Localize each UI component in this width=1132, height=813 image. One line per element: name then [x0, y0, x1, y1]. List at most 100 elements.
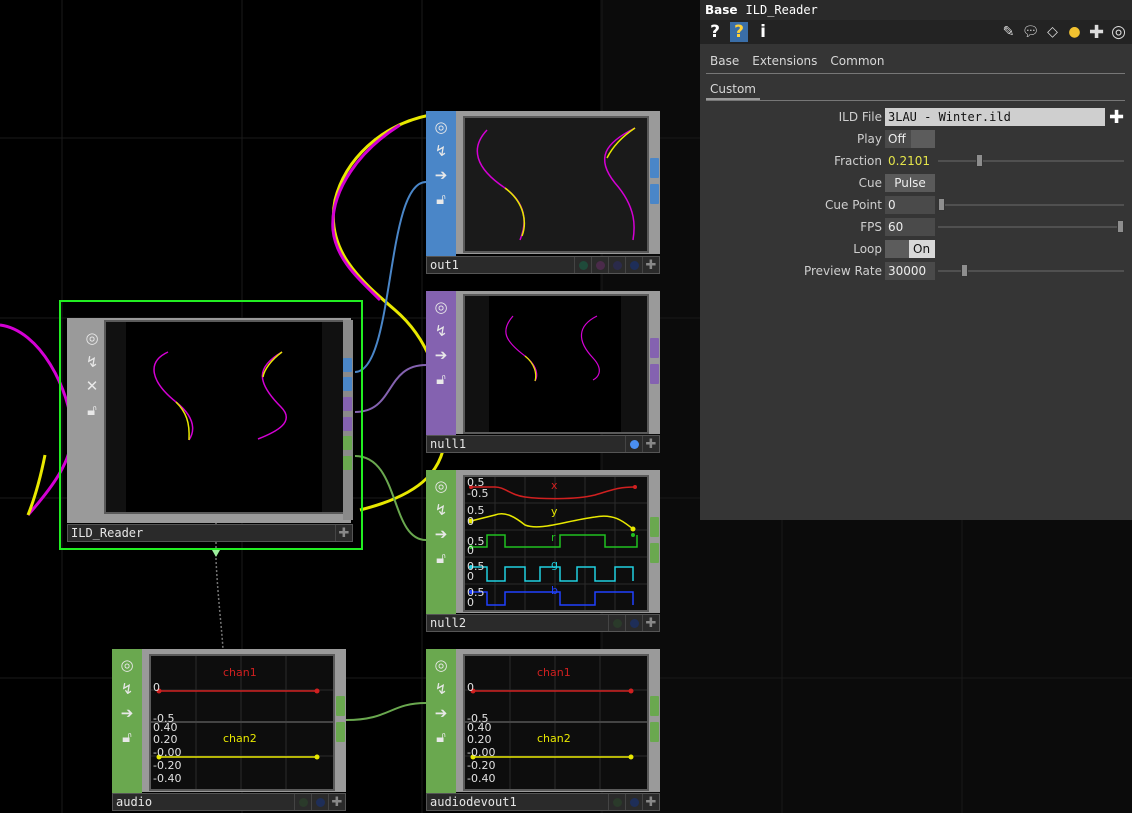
fps-slider-handle[interactable] — [1117, 220, 1124, 233]
tab-extensions[interactable]: Extensions — [748, 52, 821, 70]
param-label: Play — [856, 132, 882, 146]
lightning-icon[interactable]: ↯ — [116, 678, 138, 700]
lightning-icon[interactable]: ↯ — [81, 351, 103, 373]
arrow-right-icon[interactable]: ➔ — [116, 702, 138, 724]
audiodevout1-node[interactable]: ◎ ↯ ➔ 🔓︎ chan1 chan2 0 -0.5 0.40 0.20 -0… — [426, 649, 660, 811]
info-icon[interactable]: i — [754, 22, 772, 42]
plus-icon[interactable]: ✚ — [335, 525, 352, 541]
lock-icon[interactable]: 🔓︎ — [81, 399, 103, 421]
flag-dot[interactable] — [625, 615, 642, 631]
plus-icon[interactable]: ✚ — [642, 436, 659, 452]
cue-point-slider[interactable] — [938, 204, 1124, 206]
node-viewer[interactable]: chan1 chan2 0 -0.5 0.40 0.20 -0.00 -0.20… — [463, 654, 649, 791]
lock-icon[interactable]: 🔓︎ — [430, 726, 452, 748]
lock-icon[interactable]: 🔓︎ — [430, 547, 452, 569]
flag-dot[interactable] — [608, 615, 625, 631]
ild-file-field[interactable]: 3LAU - Winter.ild — [885, 108, 1105, 126]
plus-icon[interactable]: ✚ — [642, 257, 659, 273]
loop-toggle[interactable]: On — [885, 240, 935, 258]
lock-icon[interactable]: 🔓︎ — [430, 368, 452, 390]
node-name-null2[interactable]: null2 — [427, 616, 608, 630]
tab-common[interactable]: Common — [826, 52, 888, 70]
node-name-ild-reader[interactable]: ILD_Reader — [68, 526, 335, 540]
parameter-panel: Base ILD_Reader ? ? i ✎ 💬︎ ◇ ● ✚ ◎ Base … — [700, 0, 1132, 520]
flag-dot[interactable] — [625, 257, 642, 273]
flag-dot[interactable] — [591, 257, 608, 273]
fraction-slider[interactable] — [938, 160, 1124, 162]
param-cue: Cue Pulse — [700, 173, 1132, 193]
lock-icon[interactable]: 🔓︎ — [430, 188, 452, 210]
axis-tick: 0 — [467, 570, 474, 583]
cue-point-field[interactable]: 0 — [885, 196, 935, 214]
node-name-audio[interactable]: audio — [113, 795, 294, 809]
python-help-icon[interactable]: ? — [730, 22, 748, 42]
eraser-icon[interactable]: ◇ — [1043, 22, 1062, 42]
param-label: Cue — [858, 176, 882, 190]
cue-pulse-button[interactable]: Pulse — [885, 174, 935, 192]
node-name-audiodevout1[interactable]: audiodevout1 — [427, 795, 608, 809]
panel-toolbar: ? ? i ✎ 💬︎ ◇ ● ✚ ◎ — [700, 20, 1132, 44]
flag-dot[interactable] — [294, 794, 311, 810]
fps-field[interactable]: 60 — [885, 218, 935, 236]
lightning-icon[interactable]: ↯ — [430, 678, 452, 700]
cue-point-slider-handle[interactable] — [938, 198, 945, 211]
panel-title-bar: Base ILD_Reader — [700, 0, 1132, 20]
lightning-icon[interactable]: ↯ — [430, 499, 452, 521]
target-icon[interactable]: ◎ — [1109, 22, 1128, 42]
node-name-out1[interactable]: out1 — [427, 258, 574, 272]
plus-icon[interactable]: ✚ — [1087, 22, 1106, 43]
close-icon[interactable]: ✕ — [81, 375, 103, 397]
flag-dot[interactable] — [625, 794, 642, 810]
ild-reader-node[interactable]: ◎ ↯ ✕ 🔓︎ ILD_Reader ✚ — [59, 300, 363, 550]
target-icon[interactable]: ◎ — [81, 327, 103, 349]
fraction-field[interactable]: 0.2101 — [885, 152, 935, 170]
arrow-right-icon[interactable]: ➔ — [430, 164, 452, 186]
node-viewer[interactable]: chan1 chan2 0 -0.5 0.40 0.20 -0.00 -0.20… — [149, 654, 335, 791]
audio-node[interactable]: ◎ ↯ ➔ 🔓︎ chan1 chan2 0 -0.5 0.40 0.20 -0… — [112, 649, 346, 811]
fps-slider[interactable] — [938, 226, 1124, 228]
channel-label-y: y — [551, 505, 558, 518]
plus-icon[interactable]: ✚ — [328, 794, 345, 810]
help-icon[interactable]: ? — [706, 22, 724, 42]
arrow-right-icon[interactable]: ➔ — [430, 344, 452, 366]
flag-dot[interactable] — [608, 794, 625, 810]
flag-dot[interactable] — [608, 257, 625, 273]
comment-icon[interactable]: 💬︎ — [1021, 22, 1040, 42]
plus-icon[interactable]: ✚ — [1109, 107, 1124, 128]
node-viewer[interactable] — [463, 116, 649, 253]
preview-rate-slider-handle[interactable] — [961, 264, 968, 277]
axis-tick: -0.40 — [467, 772, 496, 785]
lightning-icon[interactable]: ↯ — [430, 320, 452, 342]
node-viewer[interactable] — [104, 320, 346, 514]
plus-icon[interactable]: ✚ — [642, 615, 659, 631]
python-icon[interactable]: ● — [1065, 22, 1084, 42]
flag-dot[interactable] — [574, 257, 591, 273]
target-icon[interactable]: ◎ — [430, 116, 452, 138]
param-label: Preview Rate — [803, 264, 882, 278]
tab-custom[interactable]: Custom — [706, 80, 760, 100]
node-viewer[interactable]: x y r g b 0.5 -0.5 0.5 0 0.5 0 0.5 0 0.5… — [463, 475, 649, 612]
arrow-right-icon[interactable]: ➔ — [430, 702, 452, 724]
plus-icon[interactable]: ✚ — [642, 794, 659, 810]
node-name-null1[interactable]: null1 — [427, 437, 625, 451]
target-icon[interactable]: ◎ — [430, 475, 452, 497]
preview-rate-field[interactable]: 30000 — [885, 262, 935, 280]
axis-tick: -0.20 — [467, 759, 496, 772]
fraction-slider-handle[interactable] — [976, 154, 983, 167]
target-icon[interactable]: ◎ — [430, 296, 452, 318]
node-viewer[interactable] — [463, 294, 649, 434]
arrow-right-icon[interactable]: ➔ — [430, 523, 452, 545]
tab-base[interactable]: Base — [706, 52, 743, 70]
out1-node[interactable]: ◎ ↯ ➔ 🔓︎ out1 ✚ — [426, 111, 660, 274]
lock-icon[interactable]: 🔓︎ — [116, 726, 138, 748]
target-icon[interactable]: ◎ — [116, 654, 138, 676]
operator-name[interactable]: ILD_Reader — [738, 3, 818, 17]
target-icon[interactable]: ◎ — [430, 654, 452, 676]
flag-dot[interactable] — [311, 794, 328, 810]
play-toggle[interactable]: Off — [885, 130, 935, 148]
null2-node[interactable]: ◎ ↯ ➔ 🔓︎ x y r g b 0.5 -0.5 0.5 0 0.5 0 … — [426, 470, 660, 632]
null1-node[interactable]: ◎ ↯ ➔ 🔓︎ null1 ✚ — [426, 291, 660, 453]
lightning-icon[interactable]: ↯ — [430, 140, 452, 162]
pencil-icon[interactable]: ✎ — [999, 22, 1018, 42]
flag-dot[interactable] — [625, 436, 642, 452]
